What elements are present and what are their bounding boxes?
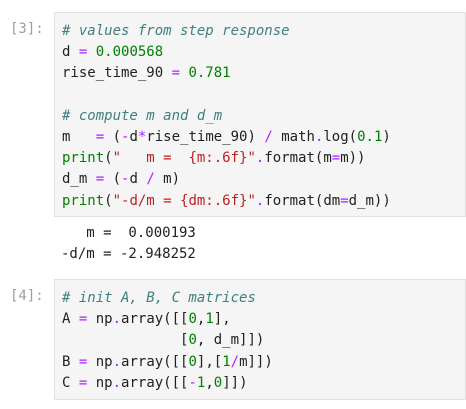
code-line: C = np.array([[-1,0]]) <box>62 373 273 394</box>
code-token: log( <box>323 128 358 145</box>
code-line: print(" m = {m:.6f}".format(m=m)) <box>62 148 391 169</box>
code-block: # values from step response d = 0.000568 r… <box>62 21 391 212</box>
code-line: m = (-d*rise_time_90) / math.log(0.1) <box>62 127 391 148</box>
code-token: ( <box>104 171 122 188</box>
code-token: / <box>146 171 155 188</box>
code-token: 0 <box>188 332 197 349</box>
code-token: . <box>112 374 122 391</box>
code-token: array([[ <box>121 311 189 328</box>
code-token: format(m <box>264 150 332 167</box>
output-line: m = 0.000193 <box>61 225 196 241</box>
code-token: ( <box>104 128 122 145</box>
code-line: print("-d/m = {dm:.6f}".format(dm=d_m)) <box>62 191 391 212</box>
code-token: / <box>264 128 273 145</box>
code-token: array([[ <box>121 353 189 370</box>
cell-output: m = 0.000193 -d/m = -2.948252 <box>61 223 196 264</box>
code-token: np <box>87 353 113 370</box>
code-token: . <box>112 353 122 370</box>
output-line: -d/m = -2.948252 <box>61 245 196 262</box>
code-token: / <box>230 353 240 370</box>
code-input-area[interactable]: # values from step response d = 0.000568 r… <box>54 12 466 217</box>
code-token: . <box>112 311 122 328</box>
code-input-area[interactable]: # init A, B, C matrices A = np.array([[0,… <box>54 279 466 400</box>
code-line: d = 0.000568 <box>62 42 391 63</box>
code-token: # values from step response <box>62 23 290 39</box>
code-token: [ <box>62 332 189 349</box>
code-token: rise_time_90 <box>62 65 172 82</box>
code-token: d_m <box>62 171 96 188</box>
code-line: # init A, B, C matrices <box>62 288 273 309</box>
code-token: A <box>62 311 79 328</box>
code-token: = <box>95 128 105 145</box>
code-line: rise_time_90 = 0.781 <box>62 63 391 84</box>
code-token: d <box>62 44 79 61</box>
code-token: 0.1 <box>357 128 383 145</box>
code-token: rise_time_90) <box>146 128 265 145</box>
code-token: 0.000568 <box>95 44 164 61</box>
code-token: m <box>62 128 96 145</box>
code-token: 0.781 <box>188 65 231 82</box>
code-token: ) <box>382 128 391 145</box>
code-token: - <box>188 374 197 391</box>
code-token: # compute m and d_m <box>62 107 223 124</box>
code-token: = <box>171 65 181 82</box>
code-token: , <box>205 374 214 391</box>
code-token: math <box>272 128 315 145</box>
code-line: # values from step response <box>62 21 391 42</box>
code-token: = <box>331 150 341 167</box>
code-line: d_m = (-d / m) <box>62 169 391 190</box>
code-line: [0, d_m]]) <box>62 330 273 351</box>
code-token: , d_m]]) <box>196 332 265 349</box>
code-token: "-d/m = {dm:.6f}" <box>112 192 256 209</box>
code-token: 1 <box>205 311 214 328</box>
code-token: d_m)) <box>348 192 391 209</box>
code-token: = <box>95 171 105 188</box>
code-token: 0 <box>188 311 197 328</box>
code-token: 0 <box>188 353 197 370</box>
code-token: m]]) <box>239 353 273 370</box>
cell-prompt: [3]: <box>10 21 44 37</box>
code-token: 0 <box>213 374 223 391</box>
code-block: # init A, B, C matrices A = np.array([[0,… <box>62 288 273 394</box>
code-token: ( <box>104 192 113 209</box>
code-token: ]]) <box>222 374 248 391</box>
code-token: array([[ <box>121 374 189 391</box>
code-token: d <box>129 171 147 188</box>
code-token: ( <box>104 150 113 167</box>
code-token: np <box>87 311 113 328</box>
code-line: # compute m and d_m <box>62 106 391 127</box>
code-token: np <box>87 374 113 391</box>
code-line: A = np.array([[0,1], <box>62 309 273 330</box>
code-token: format(dm <box>264 192 341 209</box>
code-token: C <box>62 374 79 391</box>
code-token: # init A, B, C matrices <box>62 290 256 306</box>
code-token: print <box>62 192 105 209</box>
code-line: B = np.array([[0],[1/m]]) <box>62 352 273 373</box>
code-token: print <box>62 150 105 167</box>
code-token: " m = {m:.6f}" <box>112 150 256 167</box>
code-token: d <box>129 128 138 145</box>
code-token: = <box>340 192 349 209</box>
code-token: ], <box>213 311 231 328</box>
code-token: 1 <box>222 353 231 370</box>
code-token: m) <box>154 171 181 188</box>
cell-prompt: [4]: <box>10 288 44 304</box>
code-token: m)) <box>340 150 366 167</box>
code-token: B <box>62 353 79 370</box>
code-token: ],[ <box>196 353 223 370</box>
